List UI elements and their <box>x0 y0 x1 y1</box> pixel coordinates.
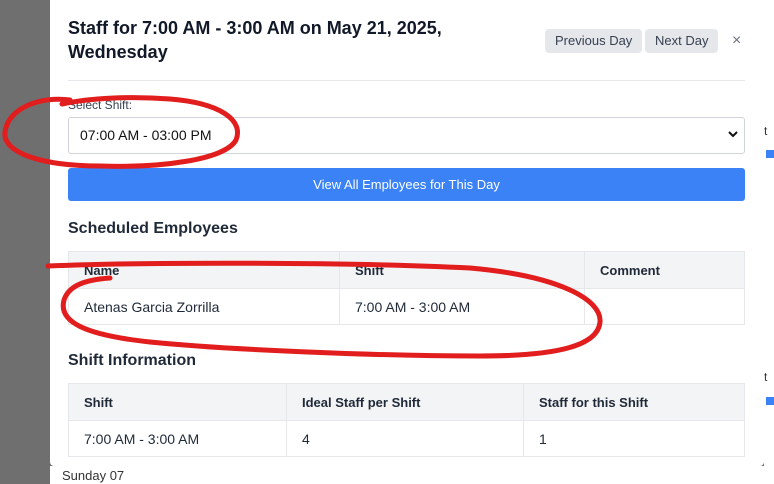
select-shift-label: Select Shift: <box>68 98 133 112</box>
chevron-down-icon <box>728 131 738 138</box>
shift-information-heading: Shift Information <box>68 352 196 369</box>
column-header-shift: Shift <box>339 251 585 289</box>
shift-information-table: Shift Ideal Staff per Shift Staff for th… <box>68 383 745 457</box>
table-header-row: Name Shift Comment <box>68 251 745 289</box>
table-row: Atenas Garcia Zorrilla 7:00 AM - 3:00 AM <box>68 288 745 325</box>
close-icon[interactable]: × <box>732 31 741 51</box>
scheduled-employees-table: Name Shift Comment Atenas Garcia Zorrill… <box>68 251 745 325</box>
background-page-strip <box>764 0 774 484</box>
modal-title: Staff for 7:00 AM - 3:00 AM on May 21, 2… <box>68 18 442 62</box>
column-header-comment: Comment <box>584 251 745 289</box>
background-page-bottom <box>50 466 764 484</box>
staff-count-value: 1 <box>523 420 745 457</box>
column-header-ideal-staff: Ideal Staff per Shift <box>286 383 524 421</box>
shift-select-value: 07:00 AM - 03:00 PM <box>80 127 212 143</box>
employee-shift: 7:00 AM - 3:00 AM <box>339 288 585 325</box>
background-text: t <box>764 124 768 138</box>
background-text: t <box>764 370 768 384</box>
background-badge <box>766 150 774 158</box>
scheduled-employees-heading: Scheduled Employees <box>68 220 238 237</box>
background-day-label: Sunday 07 <box>62 468 125 483</box>
employee-name: Atenas Garcia Zorrilla <box>68 288 340 325</box>
background-badge <box>766 397 774 405</box>
previous-day-button[interactable]: Previous Day <box>545 29 643 53</box>
employee-comment <box>584 288 745 325</box>
next-day-button[interactable]: Next Day <box>645 29 719 53</box>
shift-value: 7:00 AM - 3:00 AM <box>68 420 287 457</box>
ideal-staff-value: 4 <box>286 420 524 457</box>
column-header-name: Name <box>68 251 340 289</box>
view-all-employees-button[interactable]: View All Employees for This Day <box>68 168 745 201</box>
column-header-staff-count: Staff for this Shift <box>523 383 745 421</box>
staff-modal: Staff for 7:00 AM - 3:00 AM on May 21, 2… <box>50 0 764 466</box>
table-header-row: Shift Ideal Staff per Shift Staff for th… <box>68 383 745 421</box>
header-divider <box>68 80 745 81</box>
column-header-shift: Shift <box>68 383 287 421</box>
shift-select[interactable]: 07:00 AM - 03:00 PM <box>68 117 745 154</box>
table-row: 7:00 AM - 3:00 AM 4 1 <box>68 420 745 457</box>
